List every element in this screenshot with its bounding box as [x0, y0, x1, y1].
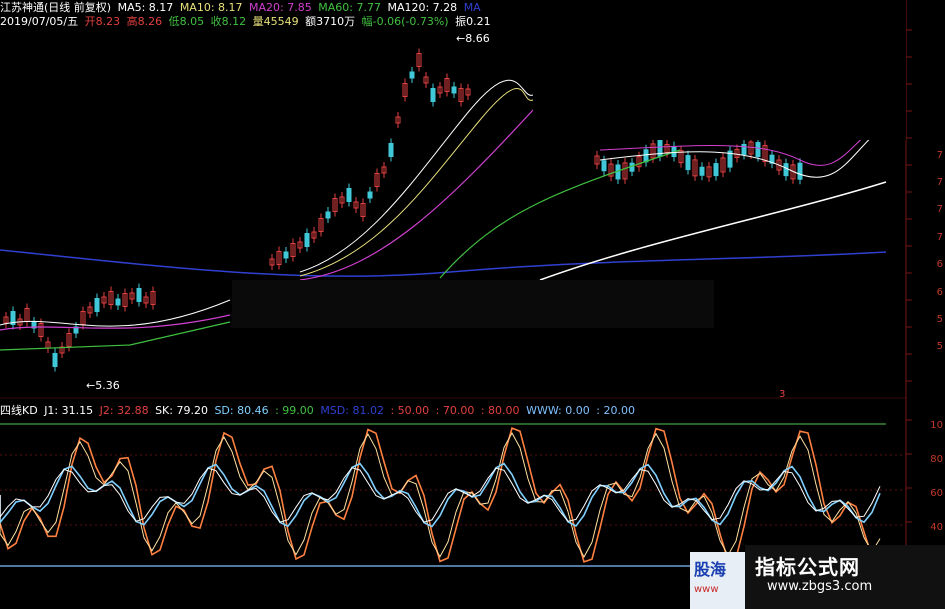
amplitude-label: 振0.21	[455, 15, 491, 28]
candle-body	[685, 155, 691, 171]
sk-label: SK: 79.20	[155, 404, 208, 417]
candle-body	[699, 166, 705, 176]
candle-body	[115, 298, 121, 306]
low-label: 低8.05	[168, 15, 205, 28]
ma20-label: MA20: 7.85	[249, 1, 312, 14]
candle-body	[304, 233, 310, 247]
candle-body	[451, 86, 457, 94]
candle-body	[755, 141, 761, 157]
price-tick: 5	[936, 341, 943, 352]
candle-body	[52, 353, 58, 367]
candle-body	[367, 191, 373, 199]
high-price-value: 8.66	[465, 32, 490, 45]
indicator-name: 四线KD	[0, 404, 38, 417]
watermark-site: www.zbgs3.com	[767, 579, 873, 594]
price-tick: 5	[936, 314, 943, 325]
price-axis: 7 7 7 7 6 6 5 5 10 80 60 40	[906, 0, 945, 609]
open-label: 开8.23	[84, 15, 121, 28]
candle-body	[136, 288, 142, 302]
watermark-badge-site: www	[694, 584, 719, 595]
redacted-box-top	[533, 0, 906, 140]
close-label: 收8.12	[210, 15, 247, 28]
amount-label: 额3710万	[305, 15, 356, 28]
ma5-label: MA5: 8.17	[117, 1, 174, 14]
www-label: WWW: 0.00	[526, 404, 590, 417]
low-price-label: ←5.36	[86, 379, 120, 392]
watermark-badge-text: 股海	[694, 560, 727, 579]
msd-label: MSD: 81.02	[320, 404, 384, 417]
indicator-tick: 40	[930, 522, 943, 533]
kd-j1-line	[0, 431, 881, 558]
ma120-line	[539, 181, 887, 281]
date-label: 2019/07/05/五	[0, 15, 79, 28]
indicator-tick: 10	[930, 420, 943, 431]
indicator-header: 四线KD J1: 31.15 J2: 32.88 SK: 79.20 SD: 8…	[0, 404, 638, 418]
candle-body	[741, 143, 747, 155]
ma-extra-label: MA	[463, 1, 481, 14]
candle-body	[94, 298, 100, 312]
candle-body	[346, 188, 352, 202]
c50-label: : 50.00	[390, 404, 430, 417]
c70-label: : 70.00	[435, 404, 475, 417]
candle-body	[643, 149, 649, 163]
indicator-tick: 60	[930, 488, 943, 499]
candle-body	[409, 71, 415, 79]
header-line-2: 2019/07/05/五 开8.23 高8.26 低8.05 收8.12 量45…	[0, 15, 494, 29]
low-price-value: 5.36	[95, 379, 120, 392]
ma5-line-right	[299, 79, 534, 273]
candle-body	[325, 211, 331, 219]
high-price-label: ←8.66	[456, 32, 490, 45]
ma120-label: MA120: 7.28	[387, 1, 458, 14]
watermark-title: 指标公式网	[755, 555, 860, 579]
high-label: 高8.26	[126, 15, 163, 28]
ma10-line-right	[299, 87, 534, 277]
c80-label: : 80.00	[480, 404, 520, 417]
price-tick: 6	[936, 287, 943, 298]
chart-stage: 江苏神通(日线 前复权) MA5: 8.17 MA10: 8.17 MA20: …	[0, 0, 945, 609]
c20-label: : 20.00	[596, 404, 635, 417]
price-tick: 7	[936, 177, 943, 188]
candle-body	[283, 251, 289, 259]
stock-name: 江苏神通(日线 前复权)	[0, 1, 112, 14]
change-label: 幅-0.06(-0.73%)	[361, 15, 449, 28]
candle-body	[430, 88, 436, 102]
indicator-tick: 80	[930, 454, 943, 465]
price-tick: 7	[936, 232, 943, 243]
price-tick: 7	[936, 150, 943, 161]
watermark: 指标公式网 www.zbgs3.com	[745, 545, 945, 609]
candle-body	[601, 160, 607, 172]
event-marker: 3	[779, 389, 786, 400]
price-tick: 7	[936, 204, 943, 215]
redacted-box-mid	[232, 280, 714, 328]
candle-body	[783, 163, 789, 177]
candle-body	[797, 162, 803, 180]
ma10-label: MA10: 8.17	[179, 1, 243, 14]
c99-label: : 99.00	[275, 404, 314, 417]
ma60-label: MA60: 7.77	[318, 1, 381, 14]
header-line-1: 江苏神通(日线 前复权) MA5: 8.17 MA10: 8.17 MA20: …	[0, 1, 484, 15]
watermark-badge: 股海 www	[690, 552, 746, 609]
sd-label: SD: 80.46	[214, 404, 269, 417]
ma250-line	[0, 249, 887, 277]
kd-j2-line	[0, 427, 881, 563]
j2-label: J2: 32.88	[99, 404, 149, 417]
volume-label: 量45549	[252, 15, 299, 28]
price-tick: 6	[936, 259, 943, 270]
j1-label: J1: 31.15	[44, 404, 94, 417]
candle-body	[388, 143, 394, 157]
candle-body	[713, 163, 719, 177]
